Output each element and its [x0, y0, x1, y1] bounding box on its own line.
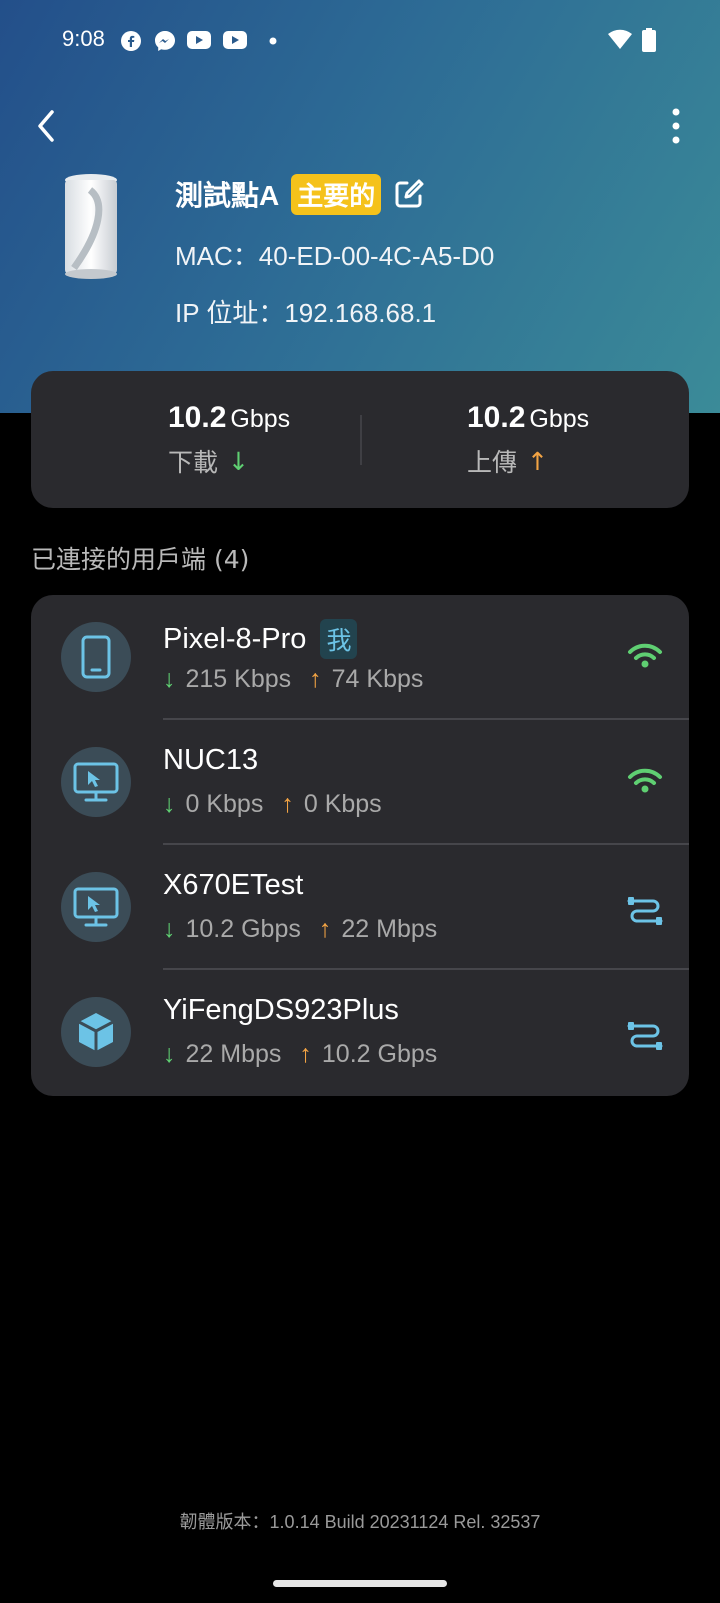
nas-cube-icon [61, 997, 131, 1067]
client-row-pixel-8-pro[interactable]: Pixel-8-Pro 我 ↓ 215 Kbps ↑ 74 Kbps [31, 595, 689, 720]
client-name: X670ETest [163, 869, 304, 901]
upload-arrow-icon: ↑ [318, 915, 332, 943]
phone-icon [61, 622, 131, 692]
ethernet-icon [627, 897, 663, 925]
speed-card: 10.2 Gbps 下載 ↓ 10.2 Gbps 上傳 ↑ [31, 371, 689, 508]
me-badge: 我 [320, 619, 358, 659]
client-row-yifengds923plus[interactable]: YiFengDS923Plus ↓ 22 Mbps ↑ 10.2 Gbps [31, 970, 689, 1095]
wifi-icon [608, 29, 632, 49]
upload-arrow-icon: ↑ [299, 1040, 312, 1068]
facebook-icon [121, 31, 141, 51]
client-name: Pixel-8-Pro [163, 622, 307, 655]
back-button[interactable] [28, 104, 68, 148]
home-indicator[interactable] [273, 1580, 447, 1587]
wifi-icon [628, 643, 662, 668]
youtube-icon [223, 31, 247, 49]
youtube-icon [187, 31, 211, 49]
download-arrow-icon: ↓ [163, 1040, 176, 1068]
client-upload: 22 Mbps [341, 915, 438, 943]
download-arrow-icon: ↓ [163, 915, 176, 943]
clients-list: Pixel-8-Pro 我 ↓ 215 Kbps ↑ 74 Kbps NUC13… [31, 595, 689, 1096]
monitor-icon [61, 872, 131, 942]
download-speed-unit: Gbps [230, 405, 291, 433]
client-row-nuc13[interactable]: NUC13 ↓ 0 Kbps ↑ 0 Kbps [31, 720, 689, 845]
client-upload: 10.2 Gbps [321, 1040, 438, 1068]
download-arrow-icon: ↓ [163, 665, 176, 693]
upload-speed-unit: Gbps [529, 405, 590, 433]
upload-speed: 10.2 Gbps 上傳 ↑ [467, 401, 589, 479]
device-name: 測試點A [175, 180, 280, 211]
client-download: 10.2 Gbps [185, 915, 301, 943]
router-device-image [65, 174, 117, 279]
client-download: 0 Kbps [185, 790, 264, 818]
edit-icon[interactable] [393, 178, 425, 210]
client-upload: 74 Kbps [331, 665, 424, 693]
clients-section-title: 已連接的用戶端 (4) [31, 545, 250, 574]
upload-speed-value: 10.2 [467, 401, 526, 434]
download-speed: 10.2 Gbps 下載 ↓ [168, 401, 290, 479]
status-time: 9:08 [62, 26, 105, 51]
download-speed-value: 10.2 [168, 401, 227, 434]
upload-arrow-icon: ↑ [527, 446, 548, 476]
ip-address: IP 位址：192.168.68.1 [175, 298, 437, 328]
mac-address: MAC：40-ED-00-4C-A5-D0 [175, 241, 495, 271]
battery-icon [642, 28, 656, 52]
client-download: 22 Mbps [185, 1040, 282, 1068]
ethernet-icon [627, 1022, 663, 1050]
client-upload: 0 Kbps [303, 790, 382, 818]
upload-arrow-icon: ↑ [309, 665, 322, 693]
download-arrow-icon: ↓ [228, 446, 249, 476]
monitor-icon [61, 747, 131, 817]
device-name-row: 測試點A 主要的 [175, 172, 425, 216]
dot-icon [269, 37, 277, 45]
download-arrow-icon: ↓ [163, 790, 176, 818]
status-bar: 9:08 [0, 0, 720, 80]
more-options-icon[interactable] [664, 104, 688, 148]
client-download: 215 Kbps [185, 665, 292, 693]
wifi-icon [628, 768, 662, 793]
primary-badge: 主要的 [291, 173, 382, 215]
client-name: NUC13 [163, 744, 259, 776]
client-name: YiFengDS923Plus [163, 994, 399, 1026]
download-label: 下載 [168, 448, 219, 477]
speed-divider [360, 415, 362, 465]
client-row-x670etest[interactable]: X670ETest ↓ 10.2 Gbps ↑ 22 Mbps [31, 845, 689, 970]
upload-label: 上傳 [467, 448, 518, 477]
messenger-icon [155, 31, 175, 51]
firmware-version: 韌體版本：1.0.14 Build 20231124 Rel. 32537 [179, 1512, 541, 1532]
upload-arrow-icon: ↑ [281, 790, 294, 818]
